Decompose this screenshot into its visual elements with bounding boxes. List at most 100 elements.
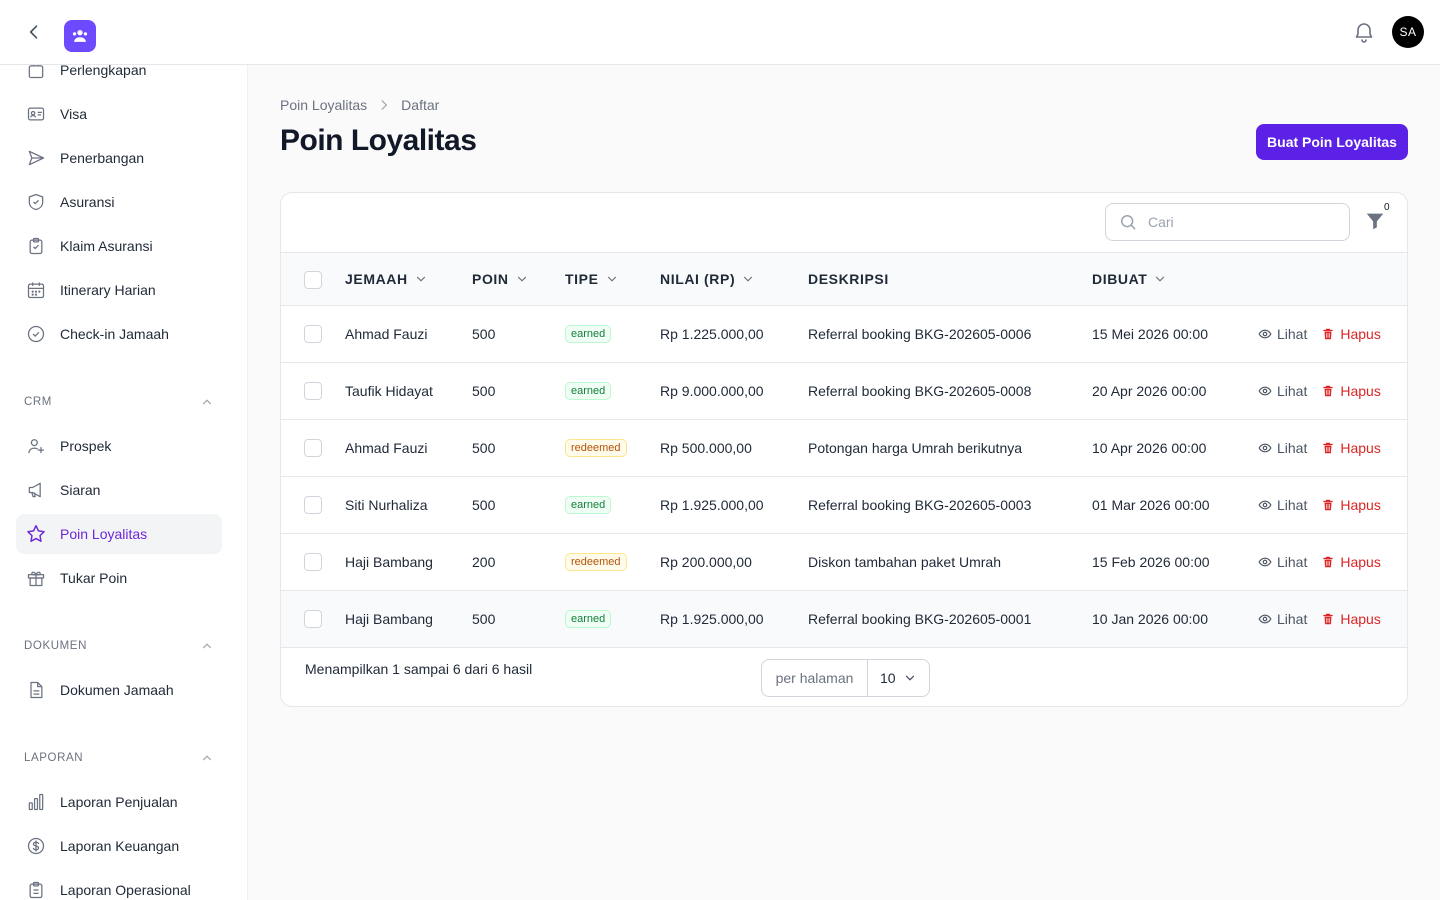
select-all-checkbox[interactable] xyxy=(304,271,322,289)
view-button[interactable]: Lihat xyxy=(1258,611,1307,627)
delete-button[interactable]: Hapus xyxy=(1321,611,1381,627)
type-badge: earned xyxy=(565,496,612,514)
page-title: Poin Loyalitas xyxy=(280,124,477,157)
delete-label: Hapus xyxy=(1340,554,1381,570)
chevron-up-icon xyxy=(202,399,212,405)
delete-button[interactable]: Hapus xyxy=(1321,326,1381,342)
breadcrumb-parent-link[interactable]: Poin Loyalitas xyxy=(280,97,367,113)
row-checkbox[interactable] xyxy=(304,496,322,514)
cell-nilai: Rp 1.925.000,00 xyxy=(660,497,764,513)
view-button[interactable]: Lihat xyxy=(1258,440,1307,456)
id-card-icon xyxy=(24,102,48,126)
sidebar-item-laporan-penjualan[interactable]: Laporan Penjualan xyxy=(16,782,222,822)
view-label: Lihat xyxy=(1277,554,1308,570)
view-label: Lihat xyxy=(1277,440,1308,456)
column-header-poin[interactable]: POIN xyxy=(472,253,529,305)
cell-poin: 500 xyxy=(472,326,496,342)
view-button[interactable]: Lihat xyxy=(1258,554,1307,570)
per-page-select[interactable]: per halaman 10 xyxy=(761,659,930,697)
breadcrumb-current: Daftar xyxy=(401,97,440,113)
back-button[interactable] xyxy=(22,20,46,44)
search-box xyxy=(1105,203,1350,241)
document-icon xyxy=(24,678,48,702)
sidebar-item-laporan-keuangan[interactable]: Laporan Keuangan xyxy=(16,826,222,866)
cell-jemaah: Taufik Hidayat xyxy=(345,383,433,399)
view-label: Lihat xyxy=(1277,383,1308,399)
sidebar-item-siaran[interactable]: Siaran xyxy=(16,470,222,510)
sidebar-item-visa[interactable]: Visa xyxy=(16,94,222,134)
table-row[interactable]: Ahmad Fauzi 500 earned Rp 1.225.000,00 Refer… xyxy=(281,306,1407,363)
column-header-dibuat[interactable]: DIBUAT xyxy=(1092,253,1167,305)
delete-label: Hapus xyxy=(1340,611,1381,627)
view-button[interactable]: Lihat xyxy=(1258,383,1307,399)
create-loyalty-point-button[interactable]: Buat Poin Loyalitas xyxy=(1256,124,1408,160)
cell-tipe: redeemed xyxy=(565,534,627,590)
shield-icon xyxy=(24,190,48,214)
trash-icon xyxy=(1323,442,1334,454)
cell-tipe: earned xyxy=(565,591,612,647)
sidebar-item-klaim-asuransi[interactable]: Klaim Asuransi xyxy=(16,226,222,266)
sidebar-item-label: Klaim Asuransi xyxy=(60,238,153,254)
delete-button[interactable]: Hapus xyxy=(1321,497,1381,513)
sidebar-item-label: Tukar Poin xyxy=(60,570,128,586)
table-row[interactable]: Haji Bambang 500 earned Rp 1.925.000,00 Refe… xyxy=(281,591,1407,648)
notification-bell-icon[interactable] xyxy=(1352,20,1376,44)
table-row[interactable]: Taufik Hidayat 500 earned Rp 9.000.000,00 Re… xyxy=(281,363,1407,420)
trash-icon xyxy=(1323,328,1334,340)
trash-icon xyxy=(1323,556,1334,568)
cell-nilai: Rp 9.000.000,00 xyxy=(660,383,764,399)
column-header-label: DIBUAT xyxy=(1092,271,1148,287)
table-row[interactable]: Haji Bambang 200 redeemed Rp 200.000,00 Disk… xyxy=(281,534,1407,591)
row-actions: Lihat Hapus xyxy=(1258,363,1381,419)
sidebar: Perlengkapan Visa Penerbangan Asuransi K… xyxy=(0,65,248,900)
per-page-dropdown[interactable]: 10 xyxy=(868,670,929,686)
table-row[interactable]: Ahmad Fauzi 500 redeemed Rp 500.000,00 Poton… xyxy=(281,420,1407,477)
table-row[interactable]: Siti Nurhaliza 500 earned Rp 1.925.000,00 Re… xyxy=(281,477,1407,534)
type-badge: earned xyxy=(565,325,612,343)
loyalty-points-table-card: 0 JEMAAH POIN TIPE NILAI (RP) DESKRIPSI … xyxy=(280,192,1408,707)
sidebar-group-dokumen[interactable]: DOKUMEN xyxy=(24,636,214,656)
sidebar-item-check-in-jamaah[interactable]: Check-in Jamaah xyxy=(16,314,222,354)
sidebar-item-asuransi[interactable]: Asuransi xyxy=(16,182,222,222)
paper-plane-icon xyxy=(24,146,48,170)
search-input[interactable] xyxy=(1148,214,1338,230)
cell-dibuat: 01 Mar 2026 00:00 xyxy=(1092,497,1210,513)
cell-dibuat: 15 Feb 2026 00:00 xyxy=(1092,554,1210,570)
sidebar-item-prospek[interactable]: Prospek xyxy=(16,426,222,466)
delete-button[interactable]: Hapus xyxy=(1321,383,1381,399)
cell-dibuat: 10 Apr 2026 00:00 xyxy=(1092,440,1207,456)
eye-icon xyxy=(1258,500,1272,510)
delete-button[interactable]: Hapus xyxy=(1321,440,1381,456)
sidebar-item-dokumen-jamaah[interactable]: Dokumen Jamaah xyxy=(16,670,222,710)
column-header-tipe[interactable]: TIPE xyxy=(565,253,619,305)
chevron-down-icon xyxy=(1156,276,1165,282)
delete-button[interactable]: Hapus xyxy=(1321,554,1381,570)
filter-icon[interactable] xyxy=(1364,210,1386,232)
cell-poin: 500 xyxy=(472,611,496,627)
row-checkbox[interactable] xyxy=(304,439,322,457)
row-checkbox[interactable] xyxy=(304,553,322,571)
row-checkbox[interactable] xyxy=(304,610,322,628)
sidebar-item-label: Check-in Jamaah xyxy=(60,326,169,342)
pagination-summary: Menampilkan 1 sampai 6 dari 6 hasil xyxy=(305,661,533,677)
row-checkbox[interactable] xyxy=(304,325,322,343)
row-actions: Lihat Hapus xyxy=(1258,420,1381,476)
sidebar-item-itinerary-harian[interactable]: Itinerary Harian xyxy=(16,270,222,310)
user-avatar[interactable]: SA xyxy=(1392,16,1424,48)
sidebar-item-poin-loyalitas[interactable]: Poin Loyalitas xyxy=(16,514,222,554)
sidebar-item-tukar-poin[interactable]: Tukar Poin xyxy=(16,558,222,598)
row-checkbox[interactable] xyxy=(304,382,322,400)
app-logo[interactable] xyxy=(64,20,96,52)
column-header-jemaah[interactable]: JEMAAH xyxy=(345,253,428,305)
type-badge: redeemed xyxy=(565,553,627,571)
view-button[interactable]: Lihat xyxy=(1258,326,1307,342)
column-header-nilai[interactable]: NILAI (RP) xyxy=(660,253,755,305)
sidebar-item-perlengkapan[interactable]: Perlengkapan xyxy=(16,65,222,90)
view-button[interactable]: Lihat xyxy=(1258,497,1307,513)
sidebar-item-laporan-operasional[interactable]: Laporan Operasional xyxy=(16,870,222,900)
trash-icon xyxy=(1323,613,1334,625)
sidebar-item-penerbangan[interactable]: Penerbangan xyxy=(16,138,222,178)
cell-deskripsi: Diskon tambahan paket Umrah xyxy=(808,554,1001,570)
sidebar-group-laporan[interactable]: LAPORAN xyxy=(24,748,214,768)
sidebar-group-crm[interactable]: CRM xyxy=(24,392,214,412)
